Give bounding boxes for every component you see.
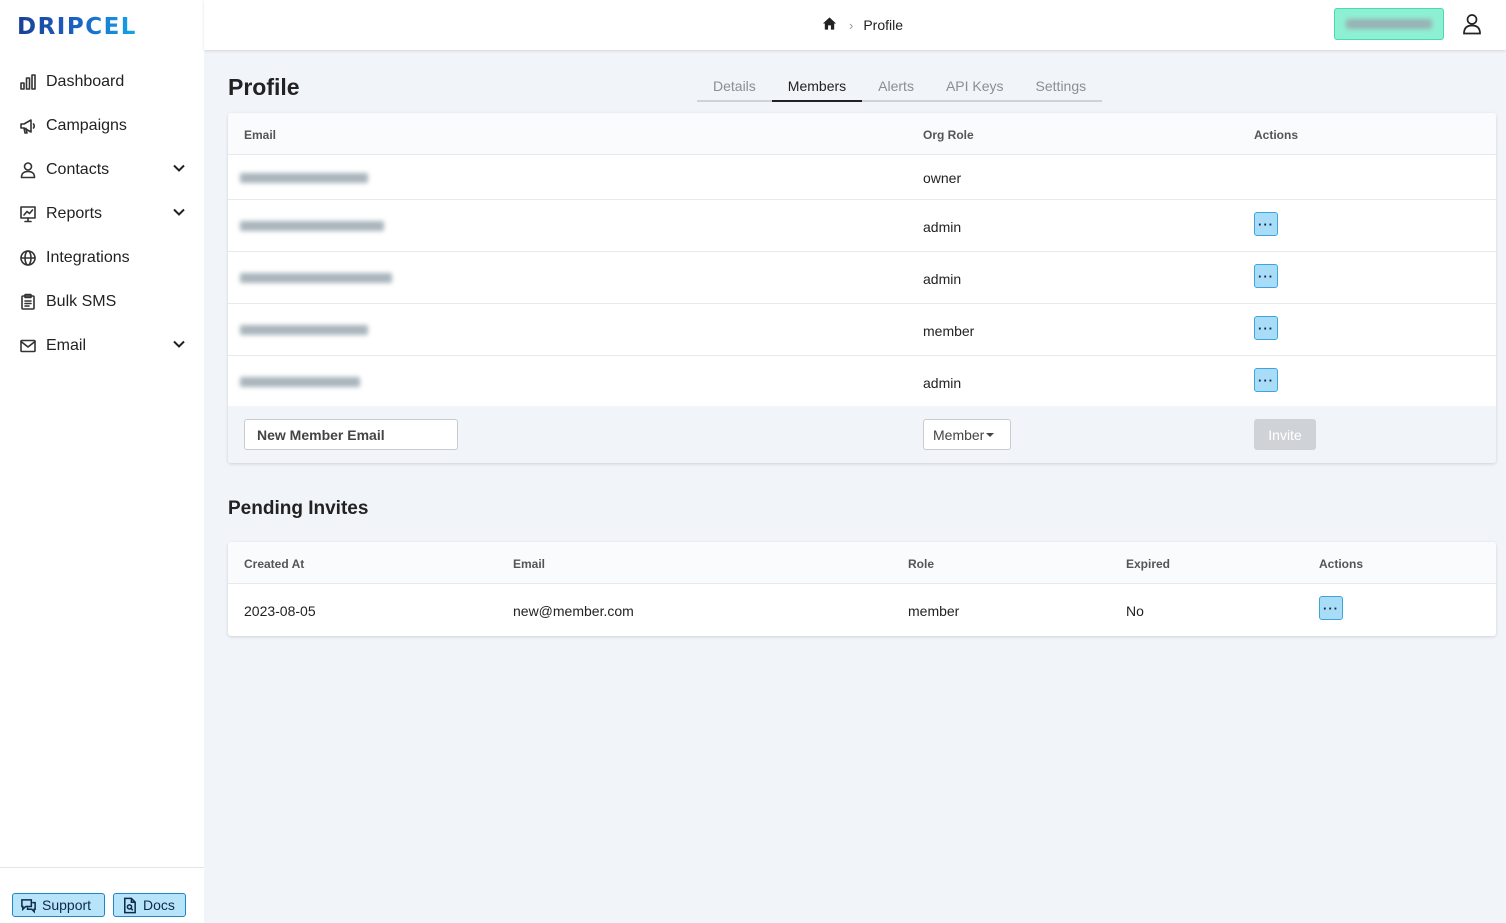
bar-chart-icon bbox=[18, 72, 38, 92]
logo-text: DRIPCEL bbox=[17, 14, 137, 40]
caret-down-icon bbox=[986, 433, 995, 437]
column-header-actions: Actions bbox=[1254, 128, 1299, 142]
redacted-email bbox=[240, 377, 360, 387]
table-row: member ··· bbox=[228, 304, 1496, 356]
member-role: admin bbox=[923, 271, 962, 287]
table-row: owner bbox=[228, 155, 1496, 200]
table-row: admin ··· bbox=[228, 200, 1496, 252]
profile-tabs: Details Members Alerts API Keys Settings bbox=[697, 72, 1103, 102]
new-member-role-select[interactable]: Member bbox=[923, 419, 1011, 450]
tab-details[interactable]: Details bbox=[697, 72, 772, 100]
new-member-email-input[interactable] bbox=[244, 419, 458, 450]
top-bar: › Profile bbox=[204, 0, 1506, 50]
sidebar-item-label: Reports bbox=[46, 205, 103, 222]
member-actions-button[interactable]: ··· bbox=[1254, 212, 1278, 236]
member-actions-button[interactable]: ··· bbox=[1254, 316, 1278, 340]
sidebar-item-label: Contacts bbox=[46, 161, 110, 178]
column-header-email: Email bbox=[513, 557, 546, 571]
sidebar-item-label: Dashboard bbox=[46, 73, 125, 90]
sidebar-item-reports[interactable]: Reports bbox=[0, 192, 204, 236]
chevron-down-icon[interactable] bbox=[172, 205, 186, 224]
redacted-email bbox=[240, 325, 368, 335]
chevron-down-icon[interactable] bbox=[172, 161, 186, 180]
member-role: admin bbox=[923, 219, 962, 235]
invite-email: new@member.com bbox=[513, 603, 634, 619]
table-header-row: Email Org Role Actions bbox=[228, 113, 1496, 155]
invite-actions-button[interactable]: ··· bbox=[1319, 596, 1343, 620]
docs-button[interactable]: Docs bbox=[113, 893, 186, 917]
column-header-role: Role bbox=[908, 557, 935, 571]
column-header-expired: Expired bbox=[1126, 557, 1171, 571]
sidebar-item-label: Campaigns bbox=[46, 117, 127, 134]
user-account-icon[interactable] bbox=[1462, 13, 1482, 35]
breadcrumb-separator-icon: › bbox=[849, 17, 854, 33]
support-label: Support bbox=[42, 897, 92, 913]
redacted-org-name bbox=[1346, 19, 1432, 29]
member-role: owner bbox=[923, 170, 962, 186]
member-actions-button[interactable]: ··· bbox=[1254, 368, 1278, 392]
ellipsis-icon: ··· bbox=[1258, 320, 1274, 336]
page-title: Profile bbox=[228, 74, 300, 100]
document-icon bbox=[124, 897, 136, 913]
sidebar-item-bulk-sms[interactable]: Bulk SMS bbox=[0, 280, 204, 324]
sidebar-item-label: Bulk SMS bbox=[46, 293, 117, 310]
table-header-row: Created At Email Role Expired Actions bbox=[228, 542, 1496, 584]
pending-invites-table: Created At Email Role Expired Actions 20… bbox=[228, 542, 1496, 636]
invite-role: member bbox=[908, 603, 960, 619]
chevron-down-icon[interactable] bbox=[172, 337, 186, 356]
report-icon bbox=[18, 204, 38, 224]
app-logo[interactable]: DRIPCEL bbox=[17, 14, 137, 40]
chat-icon bbox=[21, 898, 36, 913]
member-role: admin bbox=[923, 375, 962, 391]
ellipsis-icon: ··· bbox=[1258, 216, 1274, 232]
column-header-email: Email bbox=[244, 128, 277, 142]
column-header-org-role: Org Role bbox=[923, 128, 974, 142]
sidebar: DRIPCEL Dashboard Campaigns Contacts Rep… bbox=[0, 0, 204, 923]
sidebar-item-label: Email bbox=[46, 337, 87, 354]
redacted-email bbox=[240, 273, 392, 283]
member-actions-button[interactable]: ··· bbox=[1254, 264, 1278, 288]
invite-created-at: 2023-08-05 bbox=[244, 603, 316, 619]
ellipsis-icon: ··· bbox=[1258, 268, 1274, 284]
sidebar-item-campaigns[interactable]: Campaigns bbox=[0, 104, 204, 148]
tab-api-keys[interactable]: API Keys bbox=[930, 72, 1020, 100]
member-role: member bbox=[923, 323, 975, 339]
redacted-email bbox=[240, 173, 368, 183]
megaphone-icon bbox=[18, 116, 38, 136]
breadcrumb-current: Profile bbox=[863, 17, 904, 33]
members-table: Email Org Role Actions owner admin ··· a… bbox=[228, 113, 1496, 463]
column-header-actions: Actions bbox=[1319, 557, 1364, 571]
redacted-email bbox=[240, 221, 384, 231]
ellipsis-icon: ··· bbox=[1258, 372, 1274, 388]
sidebar-item-integrations[interactable]: Integrations bbox=[0, 236, 204, 280]
tab-alerts[interactable]: Alerts bbox=[862, 72, 930, 100]
add-member-row: Member Invite bbox=[228, 406, 1496, 463]
home-icon[interactable] bbox=[822, 16, 837, 34]
sidebar-item-label: Integrations bbox=[46, 249, 130, 266]
organization-switcher[interactable] bbox=[1334, 8, 1444, 40]
invite-button[interactable]: Invite bbox=[1254, 419, 1316, 450]
table-row: 2023-08-05 new@member.com member No ··· bbox=[228, 584, 1496, 636]
invite-expired: No bbox=[1126, 603, 1144, 619]
tab-members[interactable]: Members bbox=[771, 72, 863, 102]
docs-label: Docs bbox=[143, 897, 175, 913]
breadcrumb: › Profile bbox=[822, 16, 903, 34]
sidebar-item-dashboard[interactable]: Dashboard bbox=[0, 60, 204, 104]
table-row: admin ··· bbox=[228, 252, 1496, 304]
clipboard-icon bbox=[18, 292, 38, 312]
envelope-icon bbox=[18, 336, 38, 356]
table-row: admin ··· bbox=[228, 356, 1496, 406]
sidebar-item-contacts[interactable]: Contacts bbox=[0, 148, 204, 192]
support-button[interactable]: Support bbox=[12, 893, 105, 917]
person-icon bbox=[18, 160, 38, 180]
tab-settings[interactable]: Settings bbox=[1020, 72, 1103, 100]
sidebar-footer: Support Docs bbox=[0, 867, 204, 923]
globe-icon bbox=[18, 248, 38, 268]
sidebar-item-email[interactable]: Email bbox=[0, 324, 204, 368]
pending-invites-title: Pending Invites bbox=[228, 498, 369, 519]
role-select-value: Member bbox=[933, 426, 985, 443]
column-header-created-at: Created At bbox=[244, 557, 305, 571]
sidebar-nav: Dashboard Campaigns Contacts Reports Int… bbox=[0, 60, 204, 368]
ellipsis-icon: ··· bbox=[1323, 600, 1339, 616]
